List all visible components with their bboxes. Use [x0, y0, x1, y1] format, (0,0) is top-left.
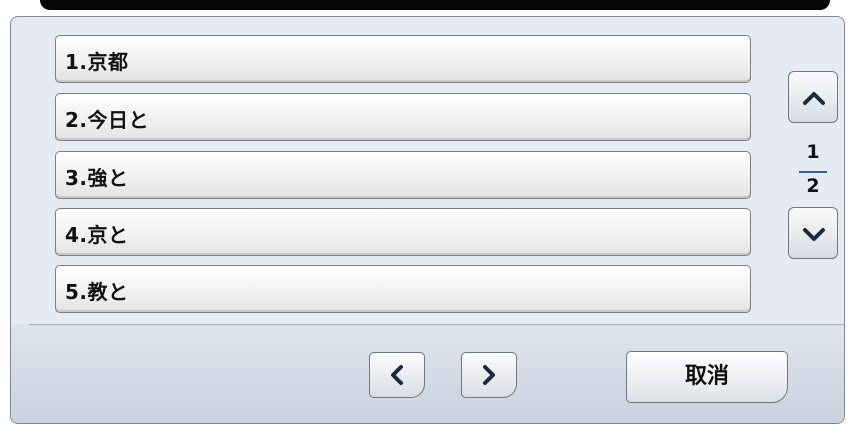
divider [29, 324, 844, 326]
chevron-left-icon [391, 365, 403, 385]
candidate-item-5[interactable]: 5.教と [55, 265, 751, 313]
cursor-left-button[interactable] [369, 352, 425, 398]
chevron-up-icon [803, 92, 825, 105]
top-bar [40, 0, 830, 10]
candidate-label: 2.今日と [65, 108, 150, 132]
cancel-button[interactable]: 取消 [626, 351, 788, 403]
candidate-label: 4.京と [65, 223, 129, 247]
chevron-down-icon [803, 228, 825, 241]
candidate-panel: 1.京都 2.今日と 3.強と 4.京と 5.教と 1 2 取消 [10, 16, 845, 424]
candidate-item-1[interactable]: 1.京都 [55, 35, 751, 83]
page-indicator: 1 2 [788, 139, 838, 201]
candidate-item-4[interactable]: 4.京と [55, 208, 751, 256]
candidate-item-2[interactable]: 2.今日と [55, 93, 751, 141]
scroll-up-button[interactable] [788, 71, 838, 123]
candidate-item-3[interactable]: 3.強と [55, 151, 751, 199]
candidate-label: 1.京都 [65, 50, 129, 74]
current-page: 1 [806, 141, 820, 163]
page-fraction-line [799, 171, 827, 173]
total-pages: 2 [806, 175, 820, 197]
candidate-label: 5.教と [65, 280, 129, 304]
scroll-down-button[interactable] [788, 207, 838, 259]
cursor-right-button[interactable] [461, 352, 517, 398]
chevron-right-icon [483, 365, 495, 385]
candidate-label: 3.強と [65, 166, 129, 190]
